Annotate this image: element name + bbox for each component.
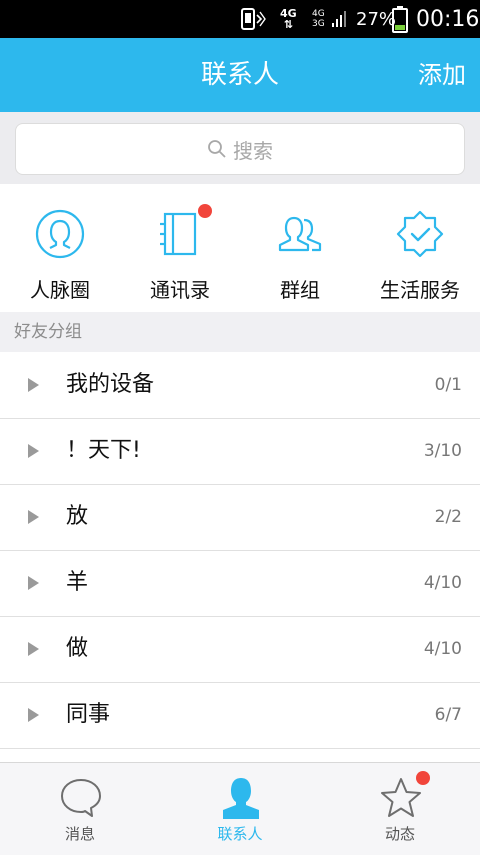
group-row[interactable]: ！天下! 3/10 <box>0 418 480 485</box>
signal-bars-icon <box>332 0 346 38</box>
quick-entries: 人脉圈 通讯录 群组 生活服务 <box>0 184 480 312</box>
contact-person-icon <box>223 778 259 819</box>
group-list: 我的设备 0/1 ！天下! 3/10 放 2/2 羊 4/10 做 4/10 同… <box>0 352 480 762</box>
tab-contacts[interactable]: 联系人 <box>160 763 320 855</box>
clock: 00:16 <box>416 6 480 32</box>
group-name: 放 <box>66 504 89 529</box>
group-count: 4/10 <box>423 573 462 593</box>
network-type: 4G ⇅ <box>280 0 297 38</box>
tab-label: 联系人 <box>217 825 263 843</box>
tab-label: 动态 <box>384 825 415 843</box>
quick-entry-network[interactable]: 人脉圈 <box>0 184 120 312</box>
address-book-icon <box>160 212 197 256</box>
group-name: ！天下! <box>66 438 141 463</box>
header: 联系人 添加 <box>0 38 480 112</box>
signal-label-2: 3G <box>312 19 325 29</box>
page-title: 联系人 <box>200 60 279 90</box>
expand-arrow-icon <box>28 576 39 590</box>
expand-arrow-icon <box>28 708 39 722</box>
person-circle-icon <box>35 209 85 259</box>
tab-feed[interactable]: 动态 <box>320 763 480 855</box>
group-count: 3/10 <box>423 441 462 461</box>
group-count: 0/1 <box>434 375 462 395</box>
group-row[interactable]: 我的设备 0/1 <box>0 352 480 419</box>
expand-arrow-icon <box>28 510 39 524</box>
badge-dot <box>416 771 430 785</box>
group-name: 做 <box>66 636 89 661</box>
search-placeholder: 搜索 <box>233 138 273 163</box>
search-input[interactable]: 搜索 <box>15 123 465 175</box>
status-bar: 4G ⇅ 4G 3G 27% 00:16 <box>0 0 480 38</box>
add-button[interactable]: 添加 <box>418 38 466 112</box>
bottom-tab-bar: 消息 联系人 动态 <box>0 762 480 855</box>
badge-check-icon <box>396 210 444 258</box>
group-name: 同事 <box>66 702 111 727</box>
data-arrows-icon: ⇅ <box>283 18 293 31</box>
group-count: 2/2 <box>434 507 462 527</box>
quick-entry-address-book[interactable]: 通讯录 <box>120 184 240 312</box>
signal-label-1: 4G <box>312 9 325 19</box>
badge-dot <box>198 204 212 218</box>
expand-arrow-icon <box>28 444 39 458</box>
signal-indicator: 4G 3G <box>312 0 325 38</box>
tab-label: 消息 <box>64 825 95 843</box>
chat-bubble-icon <box>61 779 101 817</box>
tab-messages[interactable]: 消息 <box>0 763 160 855</box>
quick-entry-label: 通讯录 <box>150 278 210 302</box>
group-count: 6/7 <box>434 705 462 725</box>
section-title: 好友分组 <box>14 322 82 342</box>
group-row[interactable]: 做 4/10 <box>0 616 480 683</box>
battery-percent: 27% <box>356 8 397 30</box>
quick-entry-label: 人脉圈 <box>30 278 90 302</box>
phone-vibrate-icon <box>240 0 266 38</box>
group-name: 我的设备 <box>66 372 155 397</box>
group-icon <box>278 216 322 252</box>
quick-entry-groups[interactable]: 群组 <box>240 184 360 312</box>
group-row[interactable]: 同事 6/7 <box>0 682 480 749</box>
group-row[interactable]: 放 2/2 <box>0 484 480 551</box>
expand-arrow-icon <box>28 378 39 392</box>
search-area: 搜索 <box>0 112 480 184</box>
friend-groups-header: 好友分组 <box>0 312 480 352</box>
quick-entry-label: 群组 <box>280 278 320 302</box>
quick-entry-label: 生活服务 <box>380 278 460 302</box>
quick-entry-services[interactable]: 生活服务 <box>360 184 480 312</box>
expand-arrow-icon <box>28 642 39 656</box>
group-row[interactable]: 羊 4/10 <box>0 550 480 617</box>
group-count: 4/10 <box>423 639 462 659</box>
battery-icon <box>392 0 408 38</box>
group-name: 羊 <box>66 570 89 595</box>
search-icon <box>208 140 226 158</box>
